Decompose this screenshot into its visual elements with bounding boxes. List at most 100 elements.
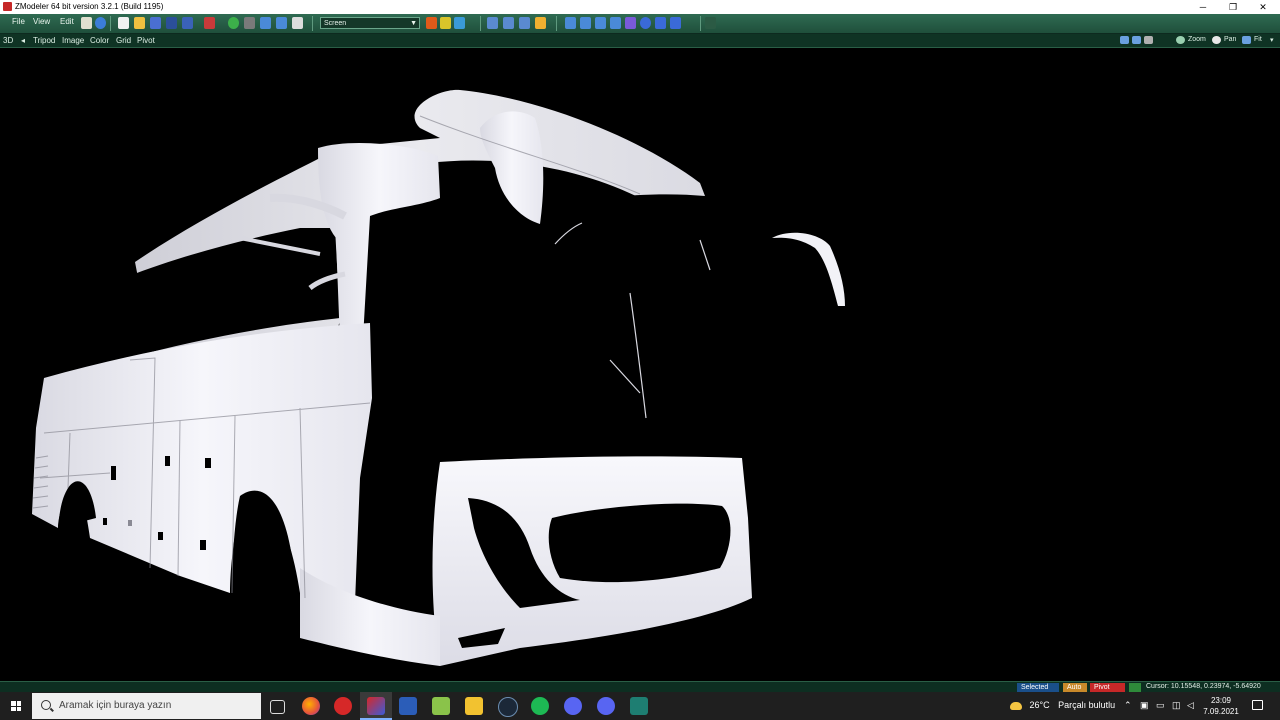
pan-tool[interactable]: Pan xyxy=(1224,36,1236,43)
open-folder-icon[interactable] xyxy=(134,17,145,29)
search-icon xyxy=(41,700,51,710)
maximize-button[interactable]: ❐ xyxy=(1218,0,1248,14)
save-icon[interactable] xyxy=(150,17,161,29)
start-button[interactable] xyxy=(0,692,32,720)
side-mirror xyxy=(772,232,845,306)
selected-mode-badge[interactable]: Selected xyxy=(1017,683,1059,692)
zoom-icon xyxy=(1176,36,1185,44)
toolbar-separator xyxy=(556,16,557,31)
scale-icon[interactable] xyxy=(519,17,530,29)
toolbar-separator xyxy=(110,16,111,31)
snap-icon[interactable] xyxy=(1129,683,1141,692)
window-title: ZModeler 64 bit version 3.2.1 (Build 119… xyxy=(15,2,164,11)
chevron-down-icon: ▼ xyxy=(410,20,417,27)
view-image[interactable]: Image xyxy=(62,36,84,45)
export-icon[interactable] xyxy=(182,17,193,29)
view-mode-3d[interactable]: 3D xyxy=(3,36,13,45)
front-grille xyxy=(548,503,731,583)
new-file-icon[interactable] xyxy=(118,17,129,29)
menu-edit[interactable]: Edit xyxy=(60,17,74,26)
auto-mode-badge[interactable]: Auto xyxy=(1063,683,1087,692)
redo-icon[interactable] xyxy=(276,17,287,29)
weather-widget[interactable]: 26°C Parçalı bulutlu xyxy=(1010,700,1115,710)
clock-time: 23:09 xyxy=(1210,696,1232,705)
zoom-tool[interactable]: Zoom xyxy=(1188,36,1206,43)
menu-view[interactable]: View xyxy=(33,17,50,26)
app-icon[interactable] xyxy=(630,697,648,715)
notification-center-icon[interactable] xyxy=(1252,700,1263,710)
weather-temperature: 26°C xyxy=(1029,700,1050,710)
taskbar-search[interactable]: Aramak için buraya yazın xyxy=(32,693,261,719)
partly-cloudy-icon xyxy=(1010,701,1022,710)
menu-file[interactable]: File xyxy=(12,17,25,26)
media-player-icon[interactable] xyxy=(334,697,352,715)
move-icon[interactable] xyxy=(487,17,498,29)
render-icon[interactable] xyxy=(204,17,215,29)
axis-x-icon[interactable] xyxy=(426,17,437,29)
view-pivot[interactable]: Pivot xyxy=(137,36,155,45)
grid-icon[interactable] xyxy=(244,17,255,29)
clock-date: 7.09.2021 xyxy=(1203,707,1239,716)
viewport-toolbar: 3D ◂ Tripod Image Color Grid Pivot Zoom … xyxy=(0,34,1280,48)
clipboard-icon[interactable] xyxy=(292,17,303,29)
discord-alt-icon[interactable] xyxy=(597,697,615,715)
view-prev-arrow[interactable]: ◂ xyxy=(21,36,25,45)
mapping-icon[interactable] xyxy=(610,17,621,29)
import-icon[interactable] xyxy=(166,17,177,29)
view-tripod[interactable]: Tripod xyxy=(33,36,55,45)
sphere-icon[interactable] xyxy=(228,17,239,29)
discord-icon[interactable] xyxy=(564,697,582,715)
main-toolbar: File View Edit Screen ▼ xyxy=(0,14,1280,34)
task-view-icon[interactable] xyxy=(270,700,285,714)
side-skirt xyxy=(300,568,440,666)
tray-overflow-icon[interactable]: ⌃ xyxy=(1124,700,1132,711)
surface-icon[interactable] xyxy=(595,17,606,29)
3d-viewport[interactable] xyxy=(0,48,1280,680)
title-bar: ZModeler 64 bit version 3.2.1 (Build 119… xyxy=(0,0,1280,14)
firefox-icon[interactable] xyxy=(302,697,320,715)
cursor-coordinates: Cursor: 10.15548, 0.23974, -5.64920 xyxy=(1146,683,1261,690)
steam-icon[interactable] xyxy=(498,697,518,717)
view-grid[interactable]: Grid xyxy=(116,36,131,45)
search-placeholder: Aramak için buraya yazın xyxy=(59,700,172,711)
zmodeler-icon[interactable] xyxy=(367,697,385,715)
display-icon[interactable] xyxy=(640,17,651,29)
weather-description: Parçalı bulutlu xyxy=(1058,700,1116,710)
viewbar-menu-arrow[interactable]: ▾ xyxy=(1270,36,1274,44)
bluetooth-icon[interactable]: ◫ xyxy=(1172,700,1181,711)
material-icon[interactable] xyxy=(625,17,636,29)
editor-icon[interactable] xyxy=(399,697,417,715)
axis-z-icon[interactable] xyxy=(454,17,465,29)
rotate-icon[interactable] xyxy=(503,17,514,29)
select-mode-icon[interactable] xyxy=(535,17,546,29)
options-icon[interactable] xyxy=(670,17,681,29)
minimize-button[interactable]: ─ xyxy=(1188,0,1218,14)
axis-y-icon[interactable] xyxy=(440,17,451,29)
more-tools-icon[interactable] xyxy=(705,17,716,29)
volume-icon[interactable]: ◁ xyxy=(1187,700,1194,711)
undo-icon[interactable] xyxy=(260,17,271,29)
bus-model-render xyxy=(32,89,845,666)
properties-icon[interactable] xyxy=(81,17,92,29)
view-camera-icon[interactable] xyxy=(1144,36,1153,44)
view-color[interactable]: Color xyxy=(90,36,109,45)
pan-hand-icon xyxy=(1212,36,1221,44)
system-clock[interactable]: 23:09 7.09.2021 xyxy=(1198,695,1244,717)
close-button[interactable]: ✕ xyxy=(1248,0,1278,14)
gamepad-icon[interactable]: ▣ xyxy=(1140,700,1149,711)
fit-tool[interactable]: Fit xyxy=(1254,36,1262,43)
pivot-mode-badge[interactable]: Pivot xyxy=(1090,683,1125,692)
windows-logo-icon xyxy=(11,701,21,711)
help-icon[interactable] xyxy=(95,17,106,29)
create-icon[interactable] xyxy=(565,17,576,29)
view-layout-icon[interactable] xyxy=(1120,36,1129,44)
coordinate-space-select[interactable]: Screen ▼ xyxy=(320,17,420,29)
spotify-icon[interactable] xyxy=(531,697,549,715)
fit-icon xyxy=(1242,36,1251,44)
modify-icon[interactable] xyxy=(580,17,591,29)
view-icon[interactable] xyxy=(655,17,666,29)
view-shading-icon[interactable] xyxy=(1132,36,1141,44)
notepad-icon[interactable] xyxy=(432,697,450,715)
file-explorer-icon[interactable] xyxy=(465,697,483,715)
network-icon[interactable]: ▭ xyxy=(1156,700,1165,711)
